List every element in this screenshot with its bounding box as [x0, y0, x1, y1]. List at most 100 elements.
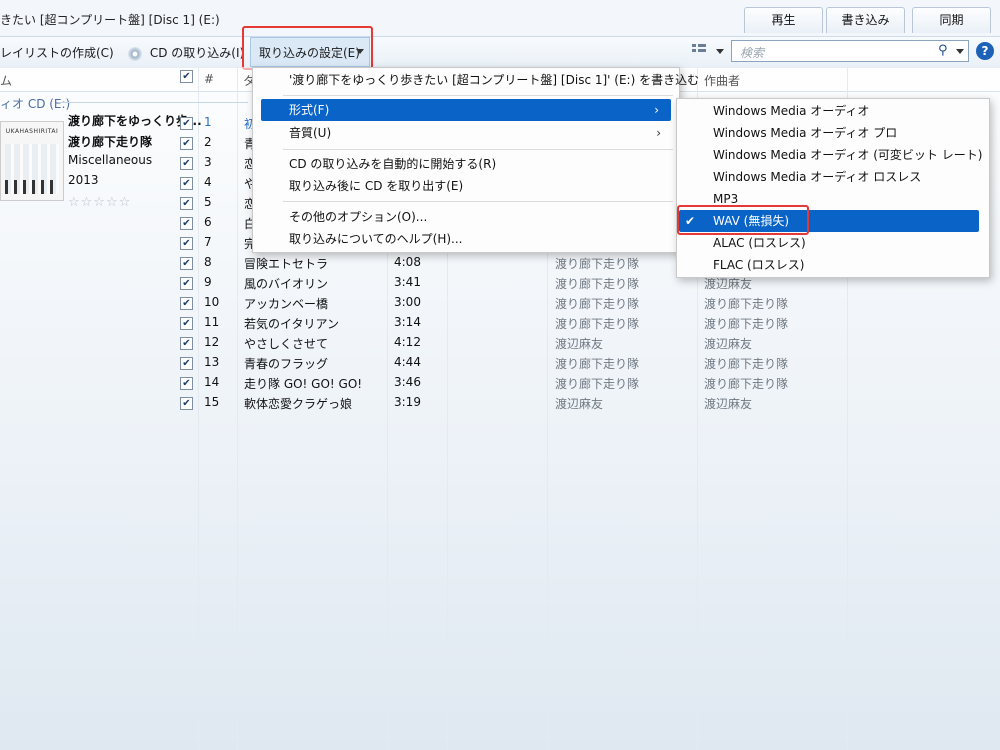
track-length: 3:46 — [394, 375, 421, 389]
track-composer: 渡辺麻友 — [704, 397, 753, 411]
create-playlist-label: レイリストの作成(C) — [0, 46, 114, 60]
track-number: 4 — [204, 175, 212, 189]
chevron-right-icon: › — [654, 103, 659, 117]
annotation-highlight-wav — [677, 205, 809, 235]
track-number: 12 — [204, 335, 220, 349]
track-length: 3:19 — [394, 395, 421, 409]
track-checkbox[interactable]: ✔ — [180, 197, 193, 210]
track-number: 6 — [204, 215, 212, 229]
menu-item-format-label: 形式(F) — [289, 103, 330, 117]
track-title: 風のバイオリン — [244, 277, 329, 291]
menu-item-format[interactable]: 形式(F) › — [261, 99, 671, 121]
track-checkbox[interactable]: ✔ — [180, 137, 193, 150]
track-artist: 渡り廊下走り隊 — [555, 317, 640, 331]
menu-item-auto-rip[interactable]: CD の取り込みを自動的に開始する(R) — [289, 153, 496, 175]
format-wma-pro[interactable]: Windows Media オーディオ プロ — [713, 122, 897, 144]
menu-item-more-options[interactable]: その他のオプション(O)... — [289, 206, 427, 228]
format-wma-lossless[interactable]: Windows Media オーディオ ロスレス — [713, 166, 921, 188]
track-checkbox[interactable]: ✔ — [180, 337, 193, 350]
title-bar: きたい [超コンプリート盤] [Disc 1] (E:) 再生 書き込み 同期 — [0, 0, 1000, 36]
track-length: 4:12 — [394, 335, 421, 349]
menu-item-eject[interactable]: 取り込み後に CD を取り出す(E) — [289, 175, 463, 197]
column-divider — [198, 67, 199, 750]
track-length: 3:14 — [394, 315, 421, 329]
menu-item-burn[interactable]: '渡り廊下をゆっくり歩きたい [超コンプリート盤] [Disc 1]' (E:)… — [289, 69, 699, 91]
track-number: 15 — [204, 395, 220, 409]
track-checkbox[interactable]: ✔ — [180, 217, 193, 230]
rating-stars[interactable]: ☆☆☆☆☆ — [68, 195, 131, 210]
rip-settings-menu: '渡り廊下をゆっくり歩きたい [超コンプリート盤] [Disc 1]' (E:)… — [252, 67, 699, 253]
track-composer: 渡り廊下走り隊 — [704, 377, 789, 391]
column-composer[interactable]: 作曲者 — [704, 72, 740, 89]
select-all-checkbox[interactable]: ✔ — [180, 70, 193, 83]
rip-cd-label: CD の取り込み(I) — [149, 46, 245, 60]
help-icon[interactable]: ? — [976, 42, 994, 60]
menu-item-help[interactable]: 取り込みについてのヘルプ(H)... — [289, 228, 462, 250]
track-artist: 渡り廊下走り隊 — [555, 357, 640, 371]
track-length: 3:00 — [394, 295, 421, 309]
search-icon[interactable]: ⚲ — [938, 43, 948, 58]
track-composer: 渡り廊下走り隊 — [704, 357, 789, 371]
track-checkbox[interactable]: ✔ — [180, 257, 193, 270]
cover-text: UKAHASHIRITAI — [5, 128, 59, 135]
track-title: アッカンベー橋 — [244, 297, 329, 311]
album-cover: UKAHASHIRITAI — [0, 121, 64, 201]
track-artist: 渡り廊下走り隊 — [555, 257, 640, 271]
track-checkbox[interactable]: ✔ — [180, 357, 193, 370]
track-checkbox[interactable]: ✔ — [180, 397, 193, 410]
tab-sync[interactable]: 同期 — [912, 7, 991, 33]
track-artist: 渡り廊下走り隊 — [555, 277, 640, 291]
chevron-down-icon[interactable] — [716, 49, 724, 54]
track-number: 9 — [204, 275, 212, 289]
search-input[interactable]: 検索 ⚲ — [731, 40, 969, 62]
column-number[interactable]: # — [204, 72, 214, 86]
format-alac[interactable]: ALAC (ロスレス) — [713, 232, 806, 254]
track-length: 4:44 — [394, 355, 421, 369]
track-checkbox[interactable]: ✔ — [180, 177, 193, 190]
chevron-right-icon: › — [656, 126, 661, 140]
track-number: 5 — [204, 195, 212, 209]
track-checkbox[interactable]: ✔ — [180, 157, 193, 170]
track-title: 若気のイタリアン — [244, 317, 340, 331]
track-number: 8 — [204, 255, 212, 269]
track-checkbox[interactable]: ✔ — [180, 237, 193, 250]
track-checkbox[interactable]: ✔ — [180, 277, 193, 290]
album-year: 2013 — [68, 173, 99, 187]
track-artist: 渡辺麻友 — [555, 397, 604, 411]
track-checkbox[interactable]: ✔ — [180, 377, 193, 390]
chevron-down-icon[interactable] — [956, 49, 964, 54]
track-title: 青春のフラッグ — [244, 357, 329, 371]
tab-play[interactable]: 再生 — [744, 7, 823, 33]
menu-item-quality-label: 音質(U) — [289, 126, 332, 140]
track-number: 13 — [204, 355, 220, 369]
track-number: 1 — [204, 115, 212, 129]
track-checkbox[interactable]: ✔ — [180, 117, 193, 130]
track-length: 3:41 — [394, 275, 421, 289]
track-title: 冒険エトセトラ — [244, 257, 329, 271]
tab-burn[interactable]: 書き込み — [826, 7, 905, 33]
track-checkbox[interactable]: ✔ — [180, 297, 193, 310]
create-playlist-button[interactable]: レイリストの作成(C) — [0, 44, 140, 61]
track-number: 10 — [204, 295, 220, 309]
track-composer: 渡り廊下走り隊 — [704, 317, 789, 331]
track-title: やさしくさせて — [244, 337, 329, 351]
column-album[interactable]: ム — [0, 72, 12, 89]
cd-icon — [128, 46, 142, 61]
track-artist: 渡り廊下走り隊 — [555, 377, 640, 391]
track-number: 3 — [204, 155, 212, 169]
column-divider — [237, 67, 238, 750]
view-options-icon[interactable] — [692, 44, 706, 56]
format-wma[interactable]: Windows Media オーディオ — [713, 100, 869, 122]
track-number: 11 — [204, 315, 220, 329]
rip-cd-button[interactable]: CD の取り込み(I) — [128, 44, 244, 61]
menu-separator — [283, 95, 673, 96]
track-checkbox[interactable]: ✔ — [180, 317, 193, 330]
annotation-highlight-rip-settings — [242, 26, 373, 70]
group-divider — [58, 102, 248, 103]
window-title: きたい [超コンプリート盤] [Disc 1] (E:) — [0, 13, 220, 27]
search-placeholder: 検索 — [740, 46, 765, 60]
format-wma-vbr[interactable]: Windows Media オーディオ (可変ビット レート) — [713, 144, 982, 166]
format-flac[interactable]: FLAC (ロスレス) — [713, 254, 804, 276]
track-number: 14 — [204, 375, 220, 389]
menu-item-quality[interactable]: 音質(U) › — [289, 122, 673, 144]
